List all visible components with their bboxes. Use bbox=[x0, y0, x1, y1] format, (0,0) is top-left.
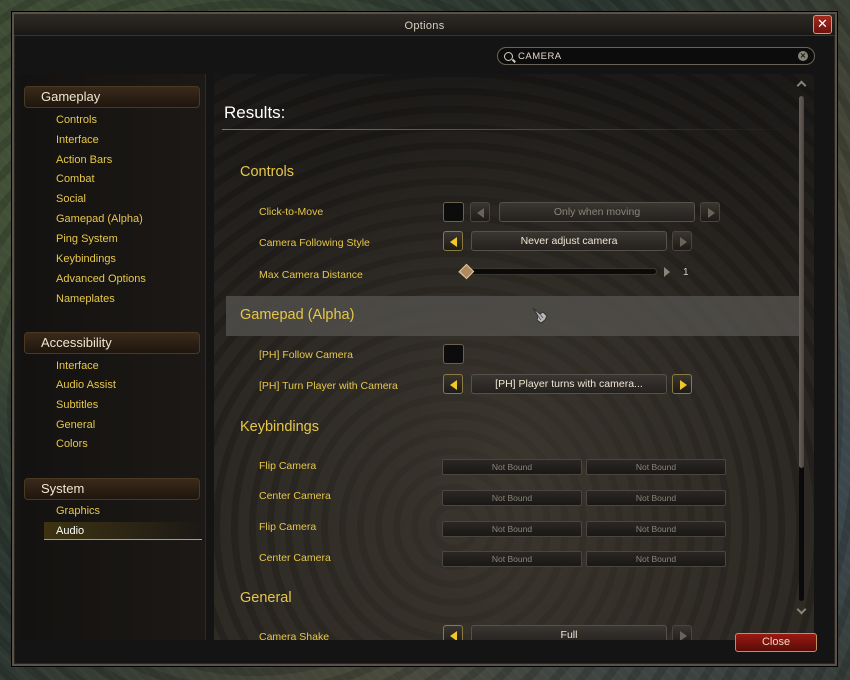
chevron-down-icon bbox=[796, 604, 807, 615]
arrow-right-icon bbox=[708, 208, 715, 218]
sidebar-item-combat[interactable]: Combat bbox=[56, 170, 95, 188]
slider-increase-icon[interactable] bbox=[664, 267, 670, 277]
camera-following-style-label: Camera Following Style bbox=[259, 237, 370, 249]
arrow-left-icon bbox=[477, 208, 484, 218]
arrow-right-icon bbox=[680, 237, 687, 247]
search-input[interactable]: CAMERA × bbox=[497, 47, 815, 65]
keybinding-label: Center Camera bbox=[259, 552, 331, 564]
sidebar-item-gamepad[interactable]: Gamepad (Alpha) bbox=[56, 210, 143, 228]
category-sidebar: Gameplay Controls Interface Action Bars … bbox=[20, 74, 206, 640]
camera-following-style-dropdown[interactable]: Never adjust camera bbox=[471, 231, 667, 251]
results-divider bbox=[222, 129, 792, 130]
sidebar-item-colors[interactable]: Colors bbox=[56, 435, 88, 453]
results-panel: Results: Controls Click-to-Move Only whe… bbox=[214, 74, 814, 640]
window-title: Options bbox=[404, 20, 445, 32]
turn-player-dropdown[interactable]: [PH] Player turns with camera... bbox=[471, 374, 667, 394]
turn-player-prev-button[interactable] bbox=[443, 374, 463, 394]
turn-player-next-button[interactable] bbox=[672, 374, 692, 394]
section-title-controls: Controls bbox=[240, 164, 294, 180]
results-scrollbar[interactable] bbox=[795, 78, 809, 618]
category-header-system[interactable]: System bbox=[24, 478, 200, 500]
options-window: Options ✕ CAMERA × Gameplay Controls Int… bbox=[12, 12, 837, 666]
sidebar-item-advanced-options[interactable]: Advanced Options bbox=[56, 270, 146, 288]
sidebar-item-action-bars[interactable]: Action Bars bbox=[56, 151, 112, 169]
click-to-move-label: Click-to-Move bbox=[259, 206, 324, 218]
click-to-move-dropdown[interactable]: Only when moving bbox=[499, 202, 695, 222]
results-title: Results: bbox=[224, 103, 286, 122]
keybinding-label: Flip Camera bbox=[259, 521, 317, 533]
keybinding-secondary-button[interactable]: Not Bound bbox=[586, 459, 726, 475]
gauntlet-cursor-icon bbox=[532, 307, 548, 324]
keybinding-secondary-button[interactable]: Not Bound bbox=[586, 551, 726, 567]
search-value[interactable]: CAMERA bbox=[518, 51, 798, 62]
scroll-track[interactable] bbox=[799, 96, 804, 601]
click-to-move-checkbox[interactable] bbox=[443, 202, 464, 222]
sidebar-item-nameplates[interactable]: Nameplates bbox=[56, 290, 115, 308]
sidebar-item-accessibility-interface[interactable]: Interface bbox=[56, 357, 99, 375]
camera-shake-prev-button[interactable] bbox=[443, 625, 463, 640]
sidebar-item-general[interactable]: General bbox=[56, 416, 95, 434]
click-to-move-next-button[interactable] bbox=[700, 202, 720, 222]
section-title-gamepad: Gamepad (Alpha) bbox=[240, 307, 355, 323]
keybinding-primary-button[interactable]: Not Bound bbox=[442, 459, 582, 475]
camera-shake-next-button[interactable] bbox=[672, 625, 692, 640]
max-camera-distance-label: Max Camera Distance bbox=[259, 269, 363, 281]
max-camera-distance-slider[interactable] bbox=[469, 268, 657, 275]
sidebar-item-social[interactable]: Social bbox=[56, 190, 86, 208]
scroll-up-button[interactable] bbox=[796, 78, 808, 91]
max-camera-distance-value: 1 bbox=[683, 267, 689, 278]
sidebar-item-ping-system[interactable]: Ping System bbox=[56, 230, 118, 248]
sidebar-item-audio-assist[interactable]: Audio Assist bbox=[56, 376, 116, 394]
arrow-left-icon bbox=[450, 380, 457, 390]
category-header-gameplay[interactable]: Gameplay bbox=[24, 86, 200, 108]
camera-following-prev-button[interactable] bbox=[443, 231, 463, 251]
turn-player-label: [PH] Turn Player with Camera bbox=[259, 380, 398, 392]
category-header-accessibility[interactable]: Accessibility bbox=[24, 332, 200, 354]
chevron-up-icon bbox=[796, 80, 807, 91]
camera-shake-dropdown[interactable]: Full bbox=[471, 625, 667, 640]
arrow-right-icon bbox=[680, 380, 687, 390]
sidebar-item-subtitles[interactable]: Subtitles bbox=[56, 396, 98, 414]
follow-camera-label: [PH] Follow Camera bbox=[259, 349, 353, 361]
scroll-down-button[interactable] bbox=[796, 604, 808, 618]
arrow-left-icon bbox=[450, 237, 457, 247]
arrow-right-icon bbox=[680, 631, 687, 640]
keybinding-primary-button[interactable]: Not Bound bbox=[442, 490, 582, 506]
keybinding-secondary-button[interactable]: Not Bound bbox=[586, 490, 726, 506]
sidebar-item-keybindings[interactable]: Keybindings bbox=[56, 250, 116, 268]
keybinding-primary-button[interactable]: Not Bound bbox=[442, 551, 582, 567]
clear-search-icon[interactable]: × bbox=[798, 51, 808, 61]
section-title-keybindings: Keybindings bbox=[240, 419, 319, 435]
follow-camera-checkbox[interactable] bbox=[443, 344, 464, 364]
keybinding-label: Center Camera bbox=[259, 490, 331, 502]
sidebar-item-graphics[interactable]: Graphics bbox=[56, 502, 100, 520]
camera-following-next-button[interactable] bbox=[672, 231, 692, 251]
sidebar-item-controls[interactable]: Controls bbox=[56, 111, 97, 129]
close-icon[interactable]: ✕ bbox=[813, 15, 832, 34]
keybinding-primary-button[interactable]: Not Bound bbox=[442, 521, 582, 537]
scroll-thumb[interactable] bbox=[799, 96, 804, 468]
section-title-general: General bbox=[240, 590, 292, 606]
arrow-left-icon bbox=[450, 631, 457, 640]
click-to-move-prev-button[interactable] bbox=[470, 202, 490, 222]
search-icon bbox=[504, 51, 513, 61]
title-bar: Options ✕ bbox=[14, 14, 835, 36]
camera-shake-label: Camera Shake bbox=[259, 631, 330, 640]
keybinding-label: Flip Camera bbox=[259, 460, 317, 472]
sidebar-item-interface[interactable]: Interface bbox=[56, 131, 99, 149]
close-button[interactable]: Close bbox=[735, 633, 817, 652]
sidebar-item-audio[interactable]: Audio bbox=[56, 522, 84, 540]
keybinding-secondary-button[interactable]: Not Bound bbox=[586, 521, 726, 537]
